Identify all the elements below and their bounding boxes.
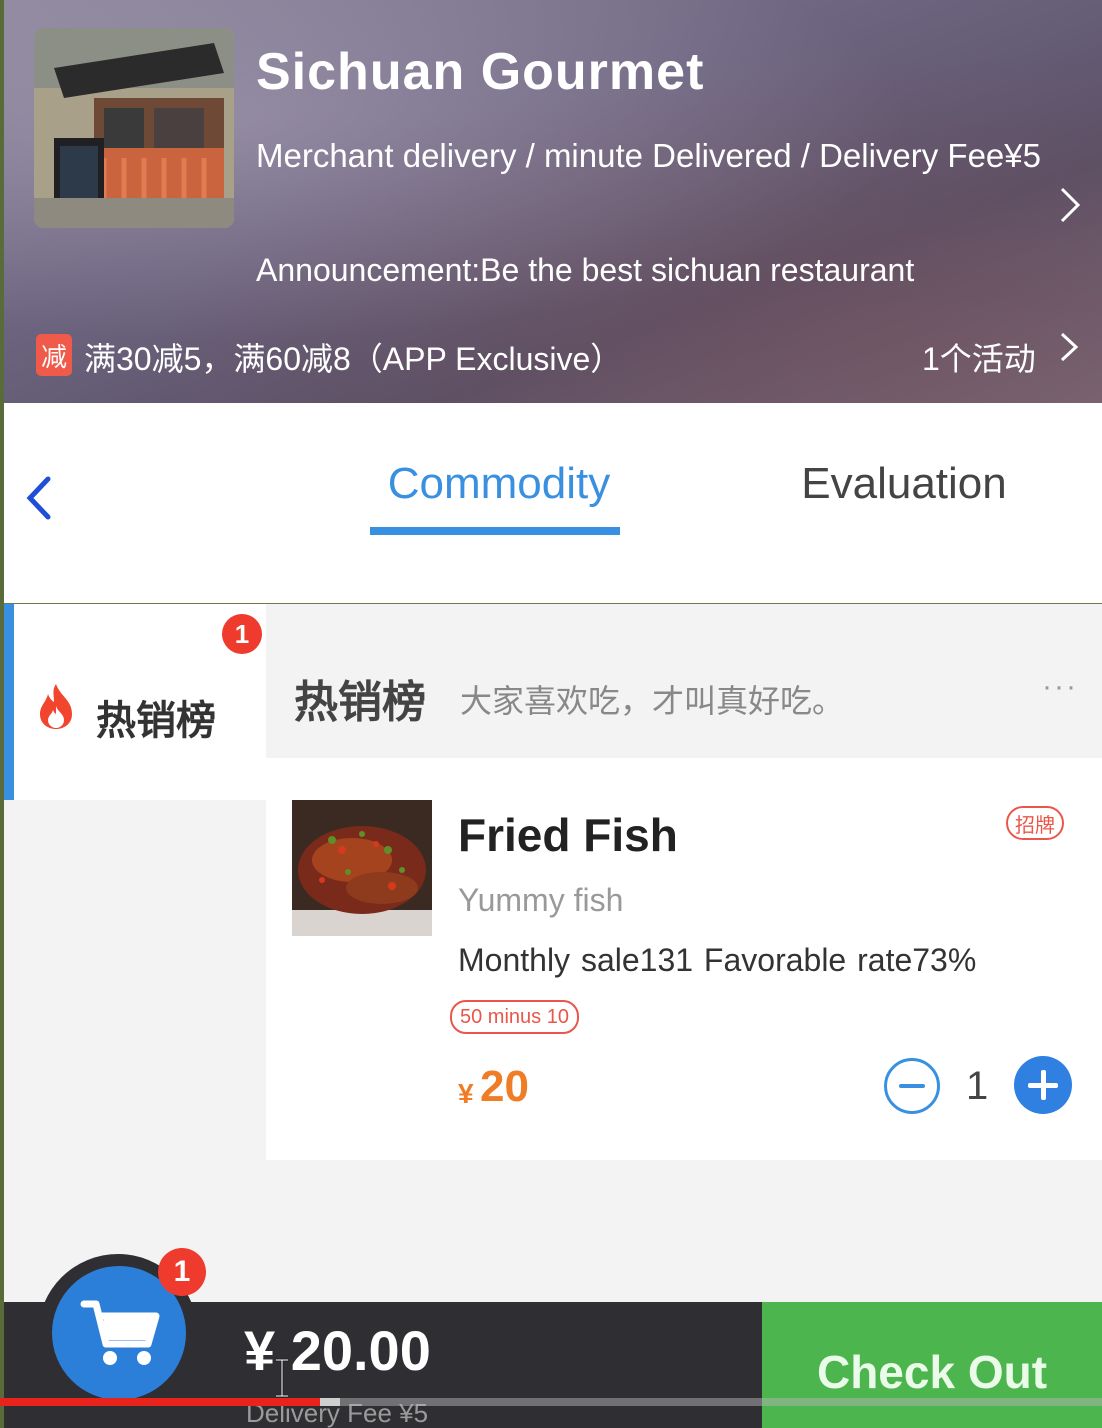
signature-tag: 招牌: [1006, 806, 1064, 840]
video-progress-handle[interactable]: [320, 1398, 340, 1406]
tab-commodity[interactable]: Commodity: [374, 459, 624, 509]
chevron-right-icon[interactable]: [1056, 330, 1082, 364]
cart-count-badge: 1: [158, 1248, 206, 1296]
category-count-badge: 1: [222, 614, 262, 654]
category-sidebar: 热销榜 1: [4, 604, 266, 1304]
tab-evaluation[interactable]: Evaluation: [774, 459, 1034, 509]
text-cursor-icon: [272, 1358, 292, 1398]
more-icon[interactable]: ···: [1042, 670, 1078, 704]
promo-text: 满30减5，满60减8（APP Exclusive）: [84, 341, 623, 377]
menu-list: 热销榜 大家喜欢吃，才叫真好吃。 ··· Fried Fish 招牌 Yummy…: [266, 604, 1102, 1304]
chevron-right-icon[interactable]: [1054, 185, 1084, 225]
product-description: Yummy fish: [458, 882, 624, 918]
sidebar-item-label: 热销榜: [96, 699, 216, 743]
decrease-quantity-button[interactable]: [884, 1058, 940, 1114]
announcement: Announcement:Be the best sichuan restaur…: [256, 252, 915, 288]
delivery-info: Merchant delivery / minute Delivered / D…: [256, 137, 1041, 174]
product-stats: Monthly sale131 Favorable rate73%: [458, 942, 977, 978]
promo-badge: 减: [36, 334, 72, 376]
discount-tag: 50 minus 10: [450, 1000, 579, 1034]
sidebar-item-hot-sales[interactable]: 热销榜 1: [4, 604, 266, 800]
product-price: 20: [480, 1062, 529, 1111]
price-currency: ¥: [458, 1078, 474, 1109]
shop-header[interactable]: Sichuan Gourmet Merchant delivery / minu…: [4, 0, 1102, 403]
shopping-cart-icon[interactable]: [78, 1290, 164, 1376]
section-header: 热销榜 大家喜欢吃，才叫真好吃。 ···: [266, 604, 1102, 758]
tab-bar: Commodity Evaluation: [4, 403, 1102, 603]
increase-quantity-button[interactable]: [1014, 1056, 1072, 1114]
back-arrow-icon[interactable]: [20, 473, 56, 523]
section-description: 大家喜欢吃，才叫真好吃。: [460, 683, 845, 719]
product-card[interactable]: Fried Fish 招牌 Yummy fish Monthly sale131…: [266, 758, 1102, 1160]
section-title: 热销榜: [294, 678, 426, 727]
checkout-button[interactable]: Check Out: [762, 1302, 1102, 1428]
shop-name: Sichuan Gourmet: [256, 43, 705, 101]
shop-photo: [34, 28, 234, 228]
product-name: Fried Fish: [458, 809, 678, 861]
fire-icon: [36, 682, 76, 730]
activity-count[interactable]: 1个活动: [922, 334, 1036, 380]
video-progress-fill: [0, 1398, 320, 1406]
product-image: [292, 800, 432, 936]
quantity-value: 1: [966, 1064, 989, 1108]
active-tab-indicator: [370, 527, 620, 535]
